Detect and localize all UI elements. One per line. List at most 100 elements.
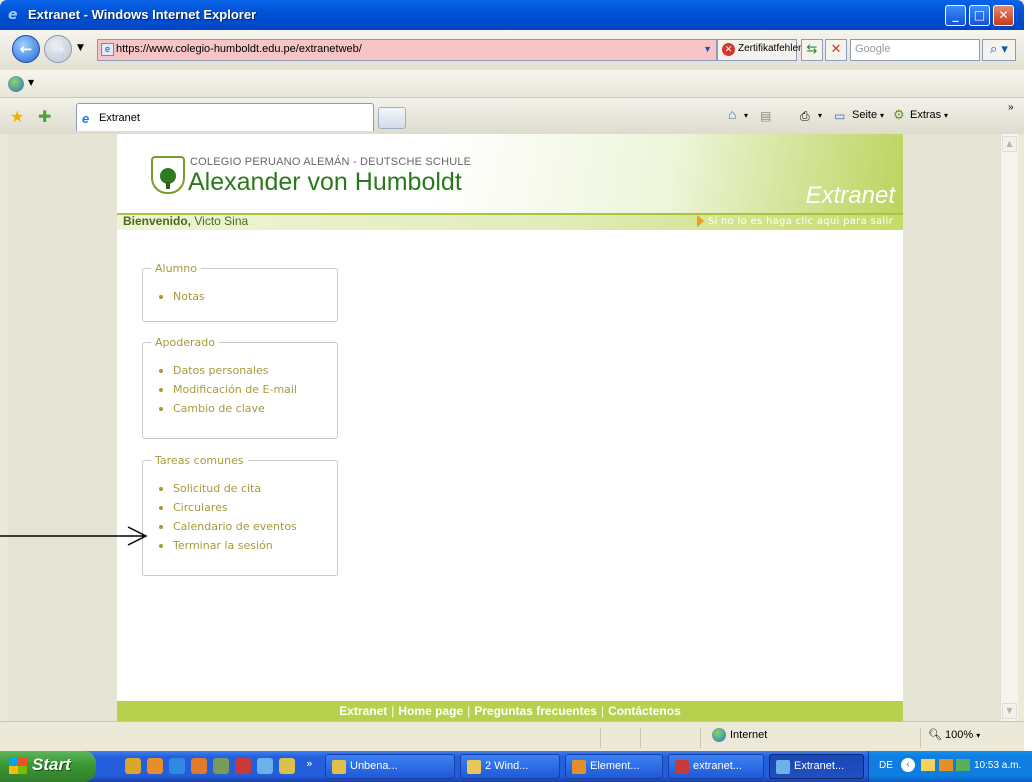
welcome-label: Bienvenido, <box>123 214 192 228</box>
menu-link-cambio-clave[interactable]: Cambio de clave <box>159 399 337 418</box>
print-icon[interactable]: ⎙ <box>800 109 810 124</box>
favorites-star-icon[interactable]: ★ <box>10 107 24 126</box>
ie-quicklaunch-icon[interactable] <box>169 758 185 774</box>
tray-expand-icon[interactable]: ‹ <box>901 758 915 772</box>
language-indicator[interactable]: DE <box>879 760 893 771</box>
page-menu-icon[interactable]: ▭ <box>834 109 845 123</box>
welcome-text: Bienvenido, Victo Sina <box>123 214 248 228</box>
logout-label: Si no lo es haga clic aqui para salir <box>707 216 893 227</box>
task-label: 2 Wind... <box>485 760 529 772</box>
forward-button[interactable]: → <box>44 35 72 63</box>
tab-extranet[interactable]: e Extranet <box>76 103 374 131</box>
refresh-button[interactable]: ⇆ <box>801 39 823 61</box>
close-button[interactable]: ✕ <box>993 5 1014 26</box>
mail-icon[interactable] <box>921 759 935 771</box>
page-menu[interactable]: Seite <box>852 109 877 121</box>
security-zone: 100%Internet <box>712 728 767 742</box>
quicklaunch-icon[interactable] <box>213 758 229 774</box>
quicklaunch-icon[interactable] <box>279 758 295 774</box>
taskbar-item[interactable]: Element... <box>565 754 663 779</box>
app-icon <box>572 760 586 774</box>
certificate-error-button[interactable]: ✕ Zertifikatfehler <box>717 39 801 61</box>
browser-window: e Extranet - Windows Internet Explorer _… <box>0 0 1024 782</box>
tray-app-icon[interactable] <box>939 759 953 771</box>
menu-link-calendario-eventos[interactable]: Calendario de eventos <box>159 517 337 536</box>
status-divider <box>700 728 701 748</box>
start-button[interactable]: Start <box>0 751 96 782</box>
home-icon[interactable]: ⌂ <box>728 106 736 122</box>
print-dropdown-icon[interactable]: ▾ <box>818 111 822 120</box>
footer-link-contact[interactable]: Contáctenos <box>608 704 681 718</box>
extras-menu[interactable]: Extras <box>910 109 941 121</box>
links-toolbar: ▼ <box>0 70 1024 98</box>
search-input[interactable]: Google <box>850 39 980 61</box>
outlook-icon[interactable] <box>147 758 163 774</box>
school-name: Alexander von Humboldt <box>188 168 462 196</box>
taskbar-item-active[interactable]: Extranet... <box>769 754 864 779</box>
quicklaunch-chevron-icon[interactable]: » <box>306 757 313 770</box>
url-text: https://www.colegio-humboldt.edu.pe/extr… <box>116 43 362 55</box>
taskbar-item[interactable]: Unbena... <box>325 754 455 779</box>
extras-dropdown-icon[interactable]: ▾ <box>944 111 948 120</box>
cert-error-icon: ✕ <box>722 43 735 56</box>
menu-link-solicitud-cita[interactable]: Solicitud de cita <box>159 479 337 498</box>
quicklaunch-icon[interactable] <box>257 758 273 774</box>
zoom-dropdown-icon[interactable]: ▾ <box>976 731 980 740</box>
network-icon[interactable] <box>956 759 970 771</box>
quicklaunch-icon[interactable] <box>235 758 251 774</box>
back-button[interactable]: ← <box>12 35 40 63</box>
task-label: Unbena... <box>350 760 398 772</box>
new-tab-button[interactable] <box>378 107 406 129</box>
school-subtitle: COLEGIO PERUANO ALEMÁN - DEUTSCHE SCHULE <box>190 156 472 168</box>
firefox-icon[interactable] <box>191 758 207 774</box>
logout-link[interactable]: Si no lo es haga clic aqui para salir <box>696 215 893 227</box>
title-bar[interactable]: e Extranet - Windows Internet Explorer _… <box>0 0 1024 30</box>
site-footer: Extranet | Home page | Preguntas frecuentes |… <box>117 701 903 721</box>
status-divider <box>920 728 921 748</box>
menu-link-modificacion-email[interactable]: Modificación de E-mail <box>159 380 337 399</box>
status-divider <box>640 728 641 748</box>
menu-link-terminar-sesion[interactable]: Terminar la sesión <box>159 536 337 555</box>
app-icon <box>332 760 346 774</box>
globe-icon <box>712 728 726 742</box>
task-label: Extranet... <box>794 760 845 772</box>
arrow-right-icon <box>696 215 704 227</box>
home-dropdown-icon[interactable]: ▾ <box>744 111 748 120</box>
toolbar-dropdown-icon[interactable]: ▼ <box>28 78 34 87</box>
section-alumno: Alumno Notas <box>142 262 338 322</box>
toolbar-icon[interactable] <box>8 76 24 92</box>
page-menu-dropdown-icon[interactable]: ▾ <box>880 111 884 120</box>
zoom-control[interactable]: 🔍︎ 100% ▾ <box>928 728 980 741</box>
scroll-up-icon[interactable]: ▲ <box>1002 136 1017 152</box>
footer-link-faq[interactable]: Preguntas frecuentes <box>474 704 597 718</box>
feeds-icon[interactable]: ▤ <box>760 109 771 123</box>
cert-error-label: Zertifikatfehler <box>738 43 802 54</box>
address-input[interactable]: e https://www.colegio-humboldt.edu.pe/ex… <box>97 39 717 61</box>
address-dropdown-icon[interactable]: ▼ <box>703 44 712 54</box>
menu-link-datos-personales[interactable]: Datos personales <box>159 361 337 380</box>
taskbar-item[interactable]: 2 Wind... <box>460 754 560 779</box>
chevron-more-icon[interactable]: » <box>1008 102 1014 113</box>
history-dropdown-icon[interactable]: ▼ <box>77 43 84 53</box>
extranet-title: Extranet <box>805 182 895 209</box>
add-favorites-icon[interactable]: ✚ <box>38 107 51 126</box>
tools-gear-icon[interactable]: ⚙ <box>893 107 905 123</box>
maximize-button[interactable]: □ <box>969 5 990 26</box>
menu-link-notas[interactable]: Notas <box>159 287 337 306</box>
taskbar-item[interactable]: extranet... <box>668 754 764 779</box>
minimize-button[interactable]: _ <box>945 5 966 26</box>
vertical-scrollbar[interactable]: ▲ ▼ <box>1000 134 1018 721</box>
folder-icon <box>467 760 481 774</box>
menu-link-circulares[interactable]: Circulares <box>159 498 337 517</box>
pdf-icon <box>675 760 689 774</box>
window-title: Extranet - Windows Internet Explorer <box>28 7 257 22</box>
stop-button[interactable]: ✕ <box>825 39 847 61</box>
search-button[interactable]: ⌕ ▾ <box>982 39 1016 61</box>
footer-link-home[interactable]: Home page <box>398 704 463 718</box>
quicklaunch-icon[interactable] <box>125 758 141 774</box>
task-label: Element... <box>590 760 640 772</box>
tab-ie-icon: e <box>82 111 90 126</box>
scroll-down-icon[interactable]: ▼ <box>1002 703 1017 719</box>
section-title: Tareas comunes <box>155 454 244 467</box>
footer-link-extranet[interactable]: Extranet <box>339 704 387 718</box>
